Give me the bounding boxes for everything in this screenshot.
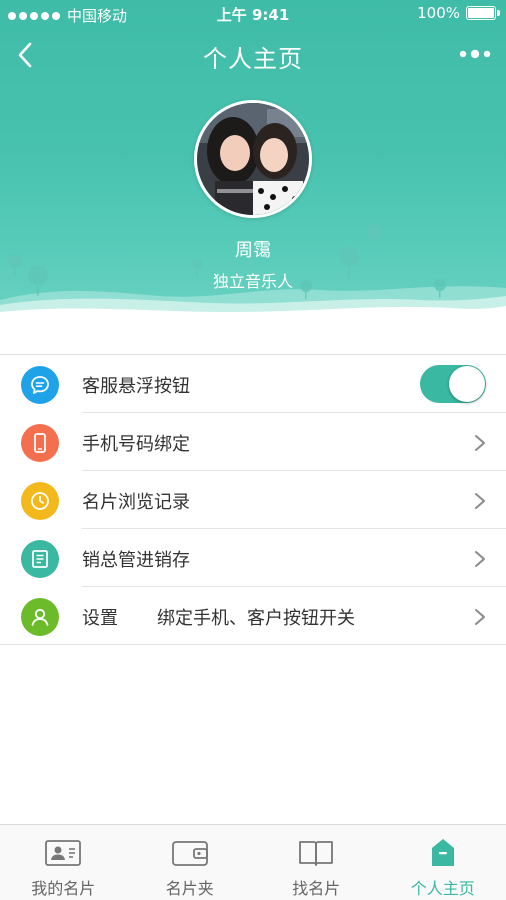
list-item-phone-binding[interactable]: 手机号码绑定 bbox=[0, 413, 506, 471]
id-card-icon bbox=[45, 840, 82, 866]
battery-status: 100% bbox=[417, 4, 500, 22]
chevron-right-icon bbox=[475, 551, 485, 567]
list-item-customer-service-float: 客服悬浮按钮 bbox=[0, 355, 506, 413]
more-dots-icon[interactable] bbox=[458, 42, 492, 66]
avatar-photo bbox=[197, 103, 309, 215]
tab-bar: 我的名片 名片夹 找名片 个人主页 bbox=[0, 824, 506, 900]
chevron-right-icon bbox=[475, 435, 485, 451]
list-item-label: 销总管进销存 bbox=[82, 550, 190, 571]
clock-icon bbox=[21, 482, 59, 520]
customer-service-toggle[interactable] bbox=[420, 365, 486, 403]
tab-label: 我的名片 bbox=[31, 879, 96, 898]
nav-bar: 个人主页 bbox=[0, 28, 506, 82]
list-item-label: 设置 bbox=[82, 608, 118, 629]
avatar[interactable] bbox=[194, 100, 312, 218]
chat-bubble-icon bbox=[21, 366, 59, 404]
tab-find-card[interactable]: 找名片 bbox=[253, 825, 380, 900]
page-title: 个人主页 bbox=[203, 45, 303, 73]
tab-label: 个人主页 bbox=[410, 879, 475, 898]
wallet-icon bbox=[171, 841, 208, 866]
profile-title: 独立音乐人 bbox=[212, 272, 293, 291]
tab-card-holder[interactable]: 名片夹 bbox=[127, 825, 254, 900]
document-icon bbox=[21, 540, 59, 578]
battery-percent: 100% bbox=[417, 4, 460, 22]
user-icon bbox=[21, 598, 59, 636]
chevron-right-icon bbox=[475, 493, 485, 509]
list-item-label: 客服悬浮按钮 bbox=[82, 376, 190, 397]
tab-profile[interactable]: 个人主页 bbox=[380, 825, 506, 900]
tab-label: 名片夹 bbox=[165, 879, 214, 898]
phone-icon bbox=[21, 424, 59, 462]
settings-list: 客服悬浮按钮 手机号码绑定 名片浏览记录 销总管进销存 设置 绑定手机、客户按钮… bbox=[0, 354, 506, 645]
home-icon bbox=[431, 839, 454, 866]
tab-my-card[interactable]: 我的名片 bbox=[0, 825, 127, 900]
battery-icon bbox=[466, 6, 500, 20]
profile-name: 周霭 bbox=[235, 240, 271, 261]
list-item-card-view-history[interactable]: 名片浏览记录 bbox=[0, 471, 506, 529]
list-item-settings[interactable]: 设置 绑定手机、客户按钮开关 bbox=[0, 587, 506, 645]
book-icon bbox=[299, 841, 334, 866]
list-item-label: 手机号码绑定 bbox=[82, 434, 190, 455]
status-bar: 中国移动 上午 9:41 100% bbox=[0, 0, 506, 28]
chevron-right-icon bbox=[475, 609, 485, 625]
list-item-description: 绑定手机、客户按钮开关 bbox=[157, 608, 355, 629]
tab-label: 找名片 bbox=[292, 879, 341, 898]
profile-header: 中国移动 上午 9:41 100% 个人主页 周霭 独立音乐人 bbox=[0, 0, 506, 330]
profile-screen: 中国移动 上午 9:41 100% 个人主页 周霭 独立音乐人 客服悬浮按钮 手… bbox=[0, 0, 506, 900]
list-item-label: 名片浏览记录 bbox=[82, 492, 190, 513]
list-item-sales-inventory[interactable]: 销总管进销存 bbox=[0, 529, 506, 587]
